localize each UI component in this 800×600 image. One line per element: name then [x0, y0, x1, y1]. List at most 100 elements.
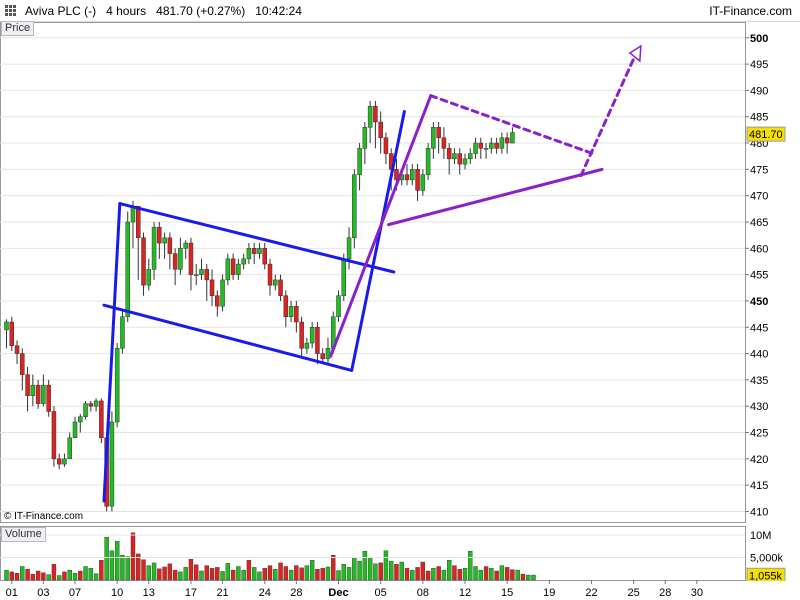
volume-tick-label: 10M — [750, 530, 771, 542]
candle-body-down — [383, 137, 389, 154]
candle-body-up — [151, 227, 157, 270]
candle-body-up — [410, 169, 415, 181]
volume-bar — [230, 569, 236, 581]
volume-bar — [352, 557, 357, 581]
candle-body-down — [35, 384, 41, 404]
volume-bar — [483, 566, 489, 581]
price-tick-label: 445 — [750, 322, 768, 334]
candle-body-up — [41, 384, 46, 404]
volume-bar — [51, 564, 57, 581]
volume-bar — [20, 566, 25, 581]
candle-body-down — [51, 411, 57, 460]
candle-body-down — [25, 374, 30, 396]
candle-body-up — [83, 403, 88, 417]
candle-body-down — [88, 403, 94, 407]
volume-bar — [331, 555, 336, 581]
candle-body-up — [325, 348, 331, 360]
volume-bar — [41, 572, 46, 581]
volume-bar — [236, 566, 241, 581]
volume-bar — [215, 567, 220, 581]
candle-body-up — [257, 248, 262, 254]
volume-bar — [499, 565, 505, 581]
volume-bar — [125, 556, 130, 581]
candle-body-up — [288, 305, 294, 317]
volume-bar — [320, 568, 325, 581]
price-tick-label: 460 — [750, 243, 768, 255]
candle — [425, 143, 431, 180]
volume-bar — [436, 566, 441, 581]
time-tick-label: 30 — [691, 587, 703, 599]
volume-bar — [278, 562, 283, 581]
time-axis: 01 03 07 10 13 17 21 24 28 Dec 05 08 12 15 19 22 25 28 30 — [0, 580, 800, 600]
candle-body-up — [72, 421, 78, 439]
candle-body-down — [478, 142, 484, 149]
volume-bar — [299, 567, 304, 581]
price-tick-label: 435 — [750, 375, 768, 387]
volume-bar — [415, 567, 420, 581]
volume-bar — [83, 566, 88, 581]
volume-bar — [441, 569, 447, 581]
volume-bar — [383, 550, 389, 581]
candle-body-up — [362, 127, 368, 149]
volume-bar — [46, 574, 51, 581]
candle-body-up — [341, 258, 347, 296]
volume-bar — [251, 567, 257, 581]
candle-body-up — [489, 142, 494, 149]
time-tick-label: 10 — [111, 587, 123, 599]
candle-body-up — [510, 132, 515, 144]
candle-body-up — [273, 279, 278, 286]
volume-bar — [257, 571, 262, 581]
volume-bar — [9, 571, 14, 581]
candle-body-up — [199, 269, 204, 275]
volume-bar — [204, 565, 209, 581]
candle-body-up — [67, 437, 72, 460]
volume-bar — [199, 570, 204, 581]
time-tick-label: 01 — [6, 587, 18, 599]
candle — [352, 169, 357, 249]
candle-body-down — [14, 345, 20, 354]
candle-body-up — [304, 342, 310, 349]
time-tick-label: 05 — [375, 587, 387, 599]
volume-bar — [172, 569, 178, 581]
time-tick-label: 17 — [185, 587, 197, 599]
volume-panel-label: Volume — [1, 527, 46, 542]
price-tick-label: 490 — [750, 85, 768, 97]
candle-body-down — [378, 121, 383, 139]
volume-bar — [389, 560, 394, 581]
volume-bar — [489, 568, 494, 581]
volume-bar — [157, 568, 162, 581]
price-chart[interactable]: 5004954904854804754704654604554504454404… — [0, 0, 800, 600]
candle-body-up — [109, 421, 115, 507]
candle-body-down — [320, 353, 325, 360]
candle-body-down — [283, 295, 289, 317]
volume-bar — [88, 568, 94, 581]
candle-body-down — [209, 279, 215, 296]
volume-bar — [294, 565, 299, 581]
candle-body-up — [183, 242, 188, 249]
volume-bar — [4, 569, 9, 581]
candle-body-up — [30, 384, 36, 396]
volume-bar — [404, 568, 410, 581]
volume-bar — [531, 574, 536, 581]
candle-body-up — [357, 148, 362, 175]
price-tick-label: 440 — [750, 349, 768, 361]
candle-body-up — [346, 237, 352, 260]
volume-bar — [194, 564, 199, 581]
volume-bar — [399, 561, 404, 581]
volume-bar — [241, 569, 246, 581]
candle-body-down — [204, 269, 210, 281]
candle-body-down — [157, 227, 162, 244]
price-tick-label: 430 — [750, 401, 768, 413]
volume-bar — [288, 569, 294, 581]
candle-body-up — [452, 153, 457, 160]
candle — [120, 311, 125, 354]
volume-bar — [72, 573, 78, 581]
volume-bar — [304, 565, 310, 581]
volume-bar — [457, 569, 462, 581]
candle-body-down — [56, 458, 62, 465]
candle — [9, 316, 15, 351]
candle-body-up — [241, 258, 246, 265]
candle — [83, 400, 88, 420]
candle-body-down — [215, 295, 220, 307]
candle-body-up — [62, 458, 67, 465]
